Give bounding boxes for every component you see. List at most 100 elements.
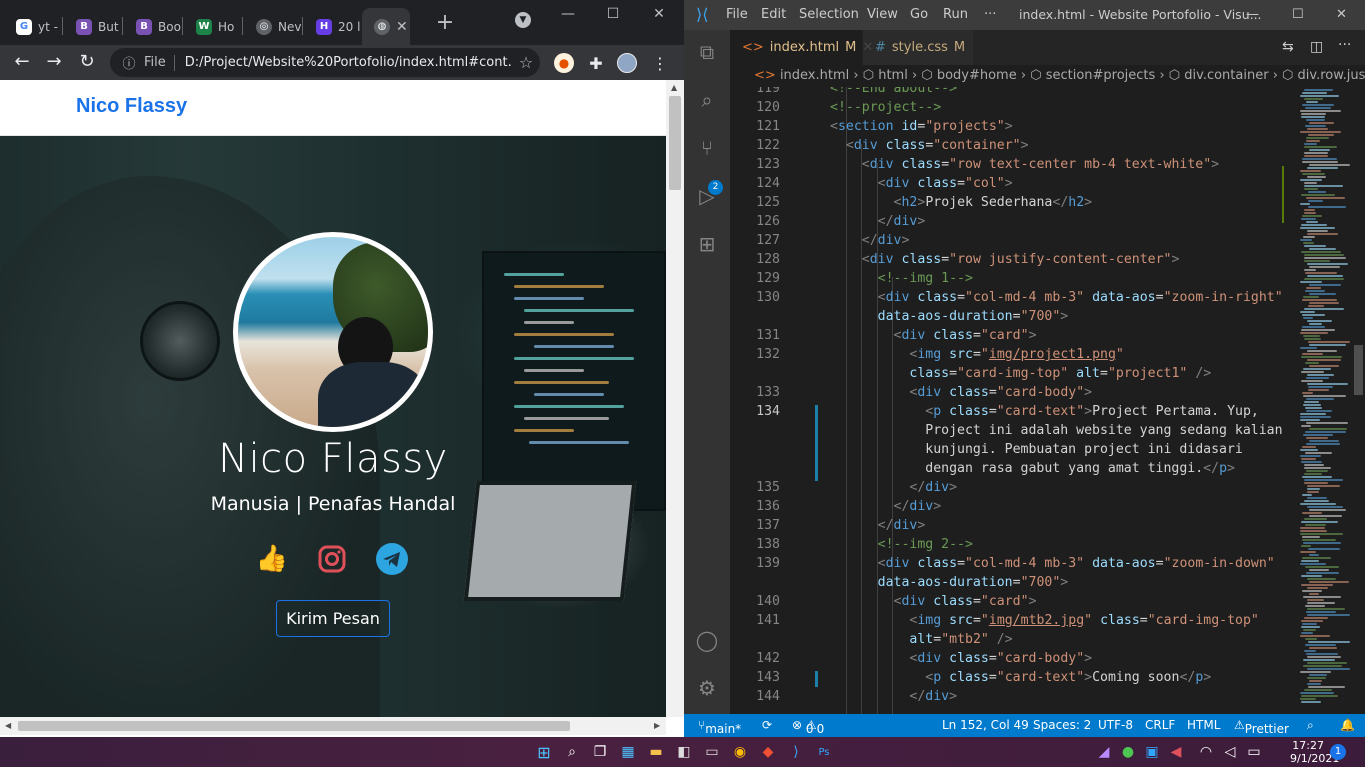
code-line[interactable]: </div> [830, 214, 926, 229]
code-line[interactable]: <div class="row text-center mb-4 text-wh… [830, 157, 1219, 172]
language-mode[interactable]: HTML [1187, 718, 1220, 732]
menu-edit[interactable]: Edit [761, 7, 786, 22]
code-line[interactable]: <div class="card"> [830, 594, 1037, 609]
code-line[interactable]: </div> [830, 499, 942, 514]
photoshop-icon[interactable]: Ps [814, 742, 834, 762]
code-line[interactable]: <section id="projects"> [830, 119, 1013, 134]
code-line[interactable]: <!--img 2--> [830, 537, 973, 552]
code-editor[interactable]: 119 120 121 122 123 124 125 126 127 128 129 130 131 1… [730, 87, 1296, 714]
search-icon[interactable]: ⌕ [695, 88, 719, 112]
code-line[interactable]: <!--End about--> [830, 87, 957, 96]
vscode-icon[interactable]: ⟩ [786, 742, 806, 762]
breadcrumb-item[interactable]: div.container [1184, 68, 1268, 83]
notification-badge[interactable]: 1 [1330, 744, 1346, 760]
tab-search-icon[interactable]: ▼ [500, 10, 546, 30]
code-line[interactable]: <div class="row justify-content-center"> [830, 252, 1180, 267]
page-horizontal-scrollbar[interactable]: ◀ ▶ [0, 717, 666, 735]
send-message-button[interactable]: Kirim Pesan [276, 600, 390, 637]
code-line[interactable]: dengan rasa gabut yang amat tinggi.</p> [830, 461, 1235, 476]
scroll-left-icon[interactable]: ◀ [5, 721, 11, 730]
browser-tab[interactable]: W Ho [184, 8, 242, 45]
indentation[interactable]: Spaces: 2 [1033, 718, 1091, 732]
browser-tab[interactable]: H 20 l [304, 8, 362, 45]
chrome-icon[interactable]: ◉ [730, 742, 750, 762]
scrollbar-thumb[interactable] [18, 721, 570, 731]
minimap[interactable] [1296, 87, 1352, 714]
widgets-icon[interactable]: ▦ [618, 742, 638, 762]
file-explorer-icon[interactable]: ▬ [646, 742, 666, 762]
code-line[interactable]: <div class="card"> [830, 328, 1037, 343]
maximize-icon[interactable]: ☐ [590, 6, 636, 26]
tray-app-icon[interactable]: ● [1118, 742, 1138, 762]
source-control-icon[interactable]: ⑂ [695, 136, 719, 160]
telegram-icon[interactable] [375, 542, 409, 576]
thumbs-up-icon[interactable]: 👍 [255, 542, 289, 576]
branch-indicator[interactable]: ⑂ main* [698, 718, 741, 736]
extensions-icon[interactable]: ⊞ [695, 232, 719, 256]
code-line[interactable]: <div class="card-body"> [830, 651, 1092, 666]
more-actions-icon[interactable]: ··· [1338, 37, 1351, 53]
code-line[interactable]: <div class="col"> [830, 176, 1013, 191]
forward-icon[interactable]: → [42, 50, 66, 74]
battery-icon[interactable]: ▭ [1244, 742, 1264, 762]
tab-index-html[interactable]: <> index.html M ✕ [730, 30, 873, 65]
store-icon[interactable]: ◧ [674, 742, 694, 762]
more-menu-icon[interactable]: ⋮ [650, 53, 670, 73]
code-line[interactable]: </div> [830, 689, 957, 704]
extension-icon[interactable]: ● [554, 53, 574, 73]
menu-selection[interactable]: Selection [799, 7, 859, 22]
wifi-icon[interactable]: ◠ [1196, 742, 1216, 762]
back-icon[interactable]: ← [10, 50, 34, 74]
instagram-icon[interactable] [315, 542, 349, 576]
code-line[interactable]: kunjungi. Pembuatan project ini didasari [830, 442, 1243, 457]
problems-indicator[interactable]: ⊗ 0 ⚠ 0 [792, 718, 824, 736]
notifications-bell-icon[interactable]: 🔔 [1340, 718, 1355, 732]
line-ending[interactable]: CRLF [1145, 718, 1175, 732]
close-window-icon[interactable]: ✕ [1336, 7, 1347, 22]
close-window-icon[interactable]: ✕ [636, 6, 682, 26]
scrollbar-thumb[interactable] [1354, 345, 1363, 395]
minimize-icon[interactable]: — [1246, 7, 1259, 22]
cursor-position[interactable]: Ln 152, Col 49 [942, 718, 1029, 732]
browser-tab[interactable]: ◎ Nev [244, 8, 302, 45]
scrollbar-thumb[interactable] [669, 96, 681, 190]
page-vertical-scrollbar[interactable]: ▲ [666, 80, 684, 717]
code-line[interactable]: <!--project--> [830, 100, 941, 115]
url-text[interactable]: D:/Project/Website%20Portofolio/index.ht… [185, 55, 512, 70]
git-icon[interactable]: ◆ [758, 742, 778, 762]
scroll-up-icon[interactable]: ▲ [671, 83, 677, 92]
maximize-icon[interactable]: ☐ [1292, 7, 1304, 22]
open-changes-icon[interactable]: ⇆ [1282, 39, 1294, 55]
menu-file[interactable]: File [726, 7, 748, 22]
code-line[interactable]: <p class="card-text">Project Pertama. Yu… [830, 404, 1259, 419]
split-editor-icon[interactable]: ◫ [1310, 39, 1323, 55]
settings-gear-icon[interactable]: ⚙ [695, 676, 719, 700]
code-line[interactable]: </div> [830, 480, 957, 495]
scroll-right-icon[interactable]: ▶ [654, 721, 660, 730]
browser-tab[interactable]: B Boo [124, 8, 182, 45]
menu-view[interactable]: View [867, 7, 898, 22]
menu-more[interactable]: ··· [984, 7, 996, 22]
menu-run[interactable]: Run [943, 7, 968, 22]
sync-icon[interactable]: ⟳ [762, 718, 772, 732]
system-clock[interactable]: 17:27 9/1/2021 [1290, 739, 1339, 765]
run-debug-icon[interactable]: ▷ [695, 184, 719, 208]
minimize-icon[interactable]: — [545, 6, 591, 26]
code-line[interactable]: alt="mtb2" /> [830, 632, 1012, 647]
code-line[interactable]: <p class="card-text">Coming soon</p> [830, 670, 1211, 685]
editor-scrollbar[interactable] [1352, 87, 1365, 714]
reload-icon[interactable]: ↻ [75, 50, 99, 74]
address-bar[interactable]: ⓘ File D:/Project/Website%20Portofolio/i… [110, 48, 540, 77]
close-tab-icon[interactable]: ✕ [396, 19, 408, 35]
code-line[interactable]: <div class="container"> [830, 138, 1029, 153]
code-line[interactable]: <div class="col-md-4 mb-3" data-aos="zoo… [830, 556, 1275, 571]
breadcrumb-item[interactable]: html [878, 68, 908, 83]
volume-icon[interactable]: ◁ [1220, 742, 1240, 762]
breadcrumb-item[interactable]: index.html [780, 68, 849, 83]
puzzle-extensions-icon[interactable]: ✚ [586, 53, 606, 73]
code-line[interactable]: class="card-img-top" alt="project1" /> [830, 366, 1211, 381]
browser-tab[interactable]: G yt - [4, 8, 62, 45]
new-tab-button[interactable]: + [433, 12, 457, 36]
terminal-icon[interactable]: ▭ [702, 742, 722, 762]
code-line[interactable]: <div class="card-body"> [830, 385, 1092, 400]
